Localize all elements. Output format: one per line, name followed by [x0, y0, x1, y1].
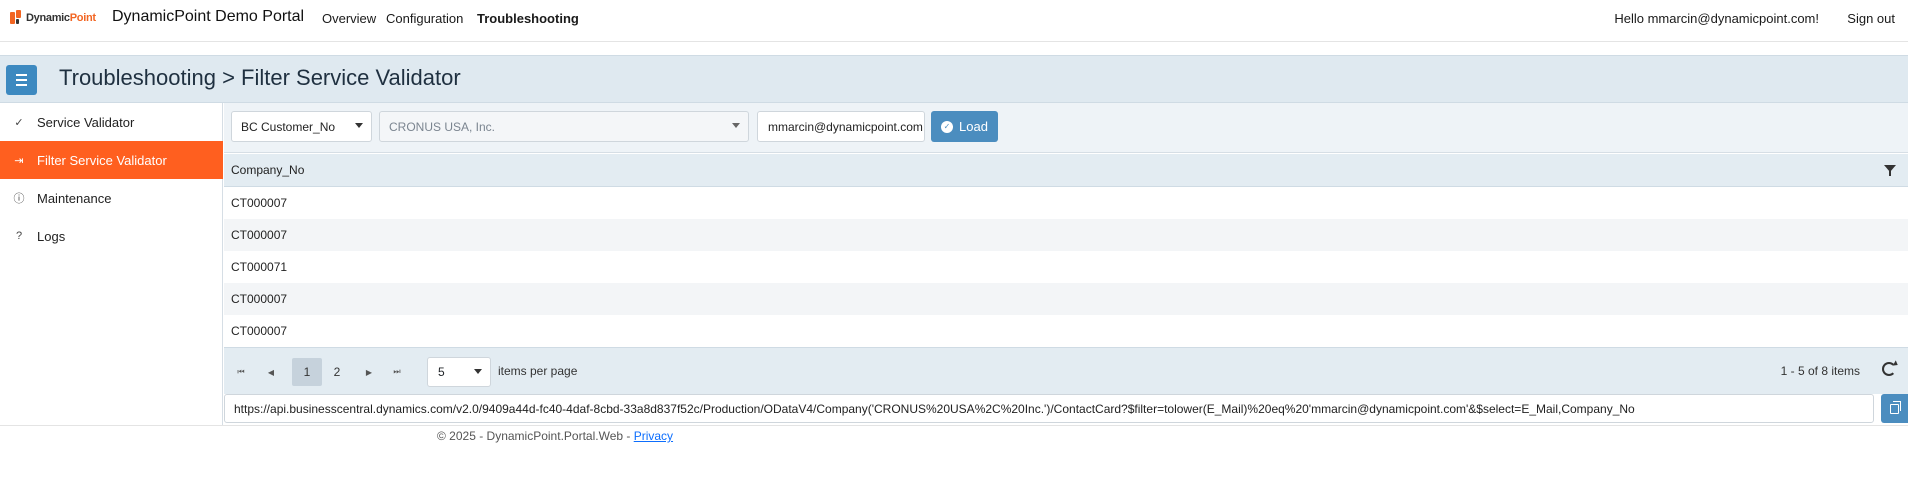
sign-out-link[interactable]: Sign out — [1847, 11, 1895, 26]
page-button-2[interactable]: 2 — [322, 358, 352, 386]
info-circle-icon: ⓘ — [13, 193, 25, 205]
copy-icon — [1890, 400, 1901, 414]
hamburger-icon — [16, 73, 27, 88]
filter-toolbar: BC Customer_No CRONUS USA, Inc. mmarcin@… — [224, 103, 1908, 153]
table-row[interactable]: CT000007 — [224, 187, 1908, 219]
pager-range-info: 1 - 5 of 8 items — [1780, 364, 1860, 378]
refresh-icon[interactable] — [1882, 362, 1896, 376]
load-button-label: Load — [959, 119, 988, 134]
privacy-link[interactable]: Privacy — [634, 429, 673, 443]
logo-mark-icon — [8, 9, 24, 27]
table-row[interactable]: CT000007 — [224, 219, 1908, 251]
sidebar-item-label: Logs — [37, 228, 66, 244]
chevron-down-icon — [474, 369, 482, 374]
column-header-company-no[interactable]: Company_No — [224, 154, 1908, 187]
email-input-value: mmarcin@dynamicpoint.com — [768, 119, 923, 134]
grid-pager: ⏮ ◀ 1 2 ▶ ⏭ 5 items per page 1 - 5 of 8 … — [224, 347, 1908, 394]
sidebar: ✓ Service Validator ⇥ Filter Service Val… — [0, 103, 223, 425]
check-icon: ✓ — [14, 116, 24, 129]
footer-text: © 2025 - DynamicPoint.Portal.Web - — [437, 429, 634, 443]
results-grid: Company_No CT000007 CT000007 CT000071 CT… — [224, 154, 1908, 347]
request-url-value: https://api.businesscentral.dynamics.com… — [234, 401, 1635, 416]
company-select-value: CRONUS USA, Inc. — [389, 119, 496, 134]
sidebar-toggle-button[interactable] — [6, 65, 37, 95]
copy-url-button[interactable] — [1881, 394, 1908, 423]
page-size-label: items per page — [498, 364, 578, 378]
load-button[interactable]: ✓ Load — [931, 111, 998, 142]
last-page-icon[interactable]: ⏭ — [382, 358, 412, 386]
table-row[interactable]: CT000007 — [224, 283, 1908, 315]
help-circle-icon: ? — [15, 230, 23, 242]
sidebar-item-logs[interactable]: ? Logs — [0, 217, 223, 255]
service-select-value: BC Customer_No — [241, 119, 336, 134]
top-navbar: DynamicPoint DynamicPoint Demo Portal Ov… — [0, 0, 1908, 42]
request-url-field[interactable]: https://api.businesscentral.dynamics.com… — [224, 394, 1874, 423]
sidebar-item-service-validator[interactable]: ✓ Service Validator — [0, 103, 223, 141]
page-header: Troubleshooting > Filter Service Validat… — [0, 55, 1908, 103]
email-input[interactable]: mmarcin@dynamicpoint.com — [757, 111, 925, 142]
column-header-label: Company_No — [231, 163, 305, 177]
filter-arrow-icon: ⇥ — [14, 154, 24, 167]
chevron-down-icon — [732, 123, 740, 128]
nav-link-troubleshooting[interactable]: Troubleshooting — [477, 11, 579, 26]
filter-icon[interactable] — [1884, 165, 1896, 176]
page-title: Troubleshooting > Filter Service Validat… — [59, 65, 461, 90]
user-greeting-link[interactable]: Hello mmarcin@dynamicpoint.com! — [1614, 11, 1819, 26]
sidebar-item-label: Service Validator — [37, 114, 135, 130]
page-button-1[interactable]: 1 — [292, 358, 322, 386]
brand-title[interactable]: DynamicPoint Demo Portal — [112, 8, 304, 26]
chevron-down-icon — [355, 123, 363, 128]
nav-link-overview[interactable]: Overview — [322, 11, 376, 26]
table-row[interactable]: CT000007 — [224, 315, 1908, 347]
sidebar-item-label: Maintenance — [37, 190, 112, 206]
next-page-icon[interactable]: ▶ — [354, 358, 384, 386]
previous-page-icon[interactable]: ◀ — [256, 358, 286, 386]
nav-link-configuration[interactable]: Configuration — [386, 11, 463, 26]
service-select[interactable]: BC Customer_No — [231, 111, 372, 142]
first-page-icon[interactable]: ⏮ — [226, 358, 256, 386]
logo-text: DynamicPoint — [26, 12, 96, 24]
footer: © 2025 - DynamicPoint.Portal.Web - Priva… — [437, 429, 673, 443]
check-circle-icon: ✓ — [941, 120, 954, 133]
page-size-value: 5 — [438, 365, 445, 379]
footer-divider — [0, 425, 1908, 426]
table-row[interactable]: CT000071 — [224, 251, 1908, 283]
sidebar-item-maintenance[interactable]: ⓘ Maintenance — [0, 179, 223, 217]
company-select: CRONUS USA, Inc. — [379, 111, 749, 142]
page-size-select[interactable]: 5 — [427, 357, 491, 387]
sidebar-item-label: Filter Service Validator — [37, 152, 167, 168]
sidebar-item-filter-service-validator[interactable]: ⇥ Filter Service Validator — [0, 141, 223, 179]
dynamicpoint-logo[interactable]: DynamicPoint — [8, 6, 100, 30]
